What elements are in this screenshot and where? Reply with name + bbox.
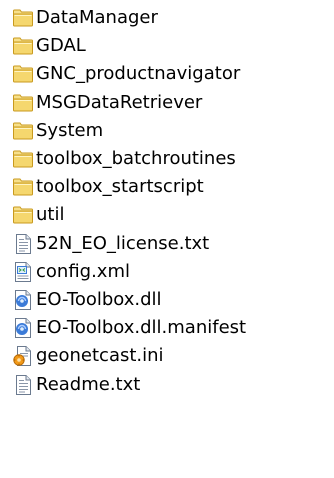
item-name: config.xml xyxy=(36,260,130,282)
item-name: System xyxy=(36,119,104,141)
folder-icon xyxy=(12,63,34,85)
list-item-file-geonetcast-ini[interactable]: geonetcast.ini xyxy=(12,342,246,370)
item-name: toolbox_startscript xyxy=(36,176,204,198)
list-item-file-eo-toolbox-dll-manifest[interactable]: EO-Toolbox.dll.manifest xyxy=(12,314,246,342)
item-name: toolbox_batchroutines xyxy=(36,148,236,170)
list-item-file-readme-txt[interactable]: Readme.txt xyxy=(12,370,246,398)
folder-icon xyxy=(12,204,34,226)
folder-icon xyxy=(12,120,34,142)
dll-file-icon xyxy=(12,317,34,339)
list-item-folder-msgdataretriever[interactable]: MSGDataRetriever xyxy=(12,89,246,117)
dll-file-icon xyxy=(12,289,34,311)
item-name: geonetcast.ini xyxy=(36,345,164,367)
list-item-folder-util[interactable]: util xyxy=(12,201,246,229)
item-name: GNC_productnavigator xyxy=(36,63,241,85)
item-name: MSGDataRetriever xyxy=(36,91,203,113)
folder-icon xyxy=(12,7,34,29)
folder-icon xyxy=(12,176,34,198)
list-item-file-license-txt[interactable]: 52N_EO_license.txt xyxy=(12,230,246,258)
list-item-file-config-xml[interactable]: config.xml xyxy=(12,258,246,286)
item-name: Readme.txt xyxy=(36,373,141,395)
item-name: 52N_EO_license.txt xyxy=(36,232,210,254)
item-name: DataManager xyxy=(36,7,158,29)
text-file-icon xyxy=(12,374,34,396)
xml-file-icon xyxy=(12,261,34,283)
item-name: GDAL xyxy=(36,35,86,57)
list-item-folder-datamanager[interactable]: DataManager xyxy=(12,4,246,32)
text-file-icon xyxy=(12,233,34,255)
list-item-folder-system[interactable]: System xyxy=(12,117,246,145)
list-item-file-eo-toolbox-dll[interactable]: EO-Toolbox.dll xyxy=(12,286,246,314)
ini-file-icon xyxy=(12,345,34,367)
folder-icon xyxy=(12,35,34,57)
list-item-folder-gdal[interactable]: GDAL xyxy=(12,32,246,60)
item-name: EO-Toolbox.dll xyxy=(36,288,162,310)
item-name: EO-Toolbox.dll.manifest xyxy=(36,317,247,339)
list-item-folder-toolbox-batchroutines[interactable]: toolbox_batchroutines xyxy=(12,145,246,173)
folder-icon xyxy=(12,148,34,170)
list-item-folder-gnc-productnavigator[interactable]: GNC_productnavigator xyxy=(12,60,246,88)
file-list: DataManager GDAL GNC_productnavigator MS… xyxy=(12,4,246,399)
item-name: util xyxy=(36,204,65,226)
folder-icon xyxy=(12,92,34,114)
list-item-folder-toolbox-startscript[interactable]: toolbox_startscript xyxy=(12,173,246,201)
